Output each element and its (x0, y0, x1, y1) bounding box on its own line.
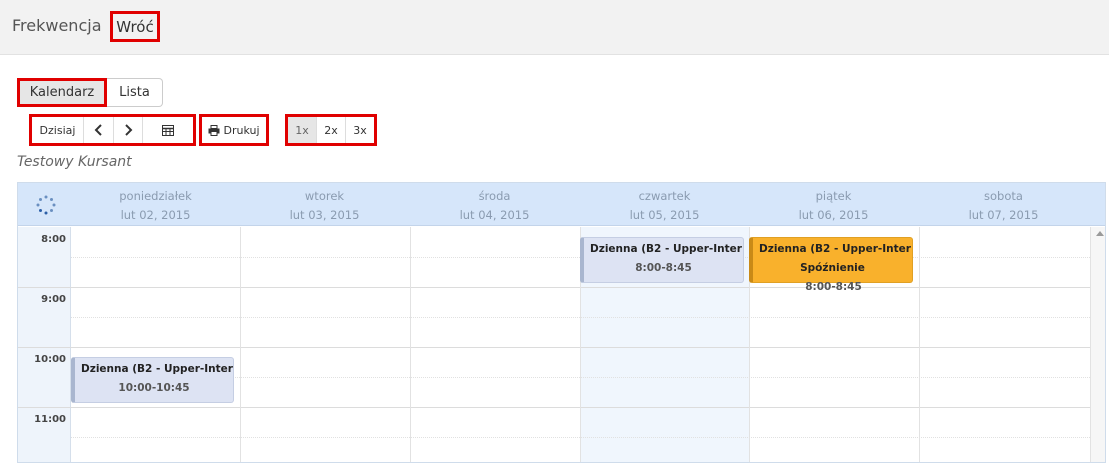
event-title: Dzienna (B2 - Upper-Inter (590, 243, 742, 255)
hour-label: 11:00 (34, 414, 66, 425)
top-bar: Frekwencja Wróć (0, 0, 1109, 55)
calendar-event[interactable]: Dzienna (B2 - Upper-Inter 10:00-10:45 (71, 357, 234, 403)
hour-label: 9:00 (41, 294, 66, 305)
chevron-left-icon (94, 124, 102, 136)
calendar-grid: 8:00 9:00 10:00 11:00 Dzienna (B2 - Uppe… (18, 227, 1105, 462)
print-button[interactable]: Drukuj (202, 117, 266, 143)
zoom-3x-button[interactable]: 3x (346, 117, 374, 143)
event-time: 8:00-8:45 (805, 281, 862, 293)
zoom-2x-button[interactable]: 2x (317, 117, 346, 143)
loading-spinner-icon (36, 195, 56, 215)
day-header-thursday[interactable]: czwartek lut 05, 2015 (580, 183, 749, 226)
app-title: Frekwencja (12, 16, 102, 35)
hour-label: 8:00 (41, 234, 66, 245)
back-button[interactable]: Wróć (110, 11, 160, 42)
date-picker-button[interactable] (143, 117, 193, 143)
zoom-toolbar: 1x 2x 3x (285, 114, 377, 146)
day-header-saturday[interactable]: sobota lut 07, 2015 (919, 183, 1088, 226)
calendar-event[interactable]: Dzienna (B2 - Upper-Inter 8:00-8:45 (580, 237, 744, 283)
prev-week-button[interactable] (84, 117, 114, 143)
day-header-tuesday[interactable]: wtorek lut 03, 2015 (240, 183, 409, 226)
week-calendar: poniedziałek lut 02, 2015 wtorek lut 03,… (17, 182, 1106, 463)
scroll-up-arrow-icon[interactable] (1096, 231, 1104, 236)
calendar-view-button[interactable]: Kalendarz (17, 78, 107, 107)
day-divider (919, 227, 920, 462)
zoom-1x-button[interactable]: 1x (288, 117, 317, 143)
calendar-event-late[interactable]: Dzienna (B2 - Upper-Inter Spóźnienie (749, 237, 913, 283)
hour-line (18, 287, 1090, 288)
printer-icon (208, 124, 220, 136)
event-title: Dzienna (B2 - Upper-Inter (81, 363, 233, 375)
print-label: Drukuj (223, 123, 260, 137)
day-divider (240, 227, 241, 462)
calendar-header: poniedziałek lut 02, 2015 wtorek lut 03,… (18, 183, 1105, 226)
calendar-grid-icon (162, 124, 174, 136)
hour-label: 10:00 (34, 354, 66, 365)
event-time: 8:00-8:45 (635, 262, 692, 274)
event-title: Dzienna (B2 - Upper-Inter (759, 243, 911, 255)
print-toolbar: Drukuj (199, 114, 269, 146)
event-status: Spóźnienie (800, 262, 865, 274)
hour-line (18, 407, 1090, 408)
day-header-monday[interactable]: poniedziałek lut 02, 2015 (71, 183, 240, 226)
time-column: 8:00 9:00 10:00 11:00 (18, 227, 71, 462)
day-header-friday[interactable]: piątek lut 06, 2015 (749, 183, 918, 226)
view-toggle: Kalendarz Lista (17, 78, 163, 107)
navigation-toolbar: Dzisiaj (29, 114, 196, 146)
day-divider (410, 227, 411, 462)
event-time: 10:00-10:45 (118, 382, 190, 394)
vertical-scrollbar[interactable] (1090, 227, 1105, 462)
hour-line (18, 347, 1090, 348)
next-week-button[interactable] (114, 117, 143, 143)
today-button[interactable]: Dzisiaj (32, 117, 84, 143)
student-name: Testowy Kursant (17, 154, 132, 170)
chevron-right-icon (125, 124, 133, 136)
day-header-wednesday[interactable]: środa lut 04, 2015 (410, 183, 579, 226)
list-view-button[interactable]: Lista (107, 78, 163, 107)
